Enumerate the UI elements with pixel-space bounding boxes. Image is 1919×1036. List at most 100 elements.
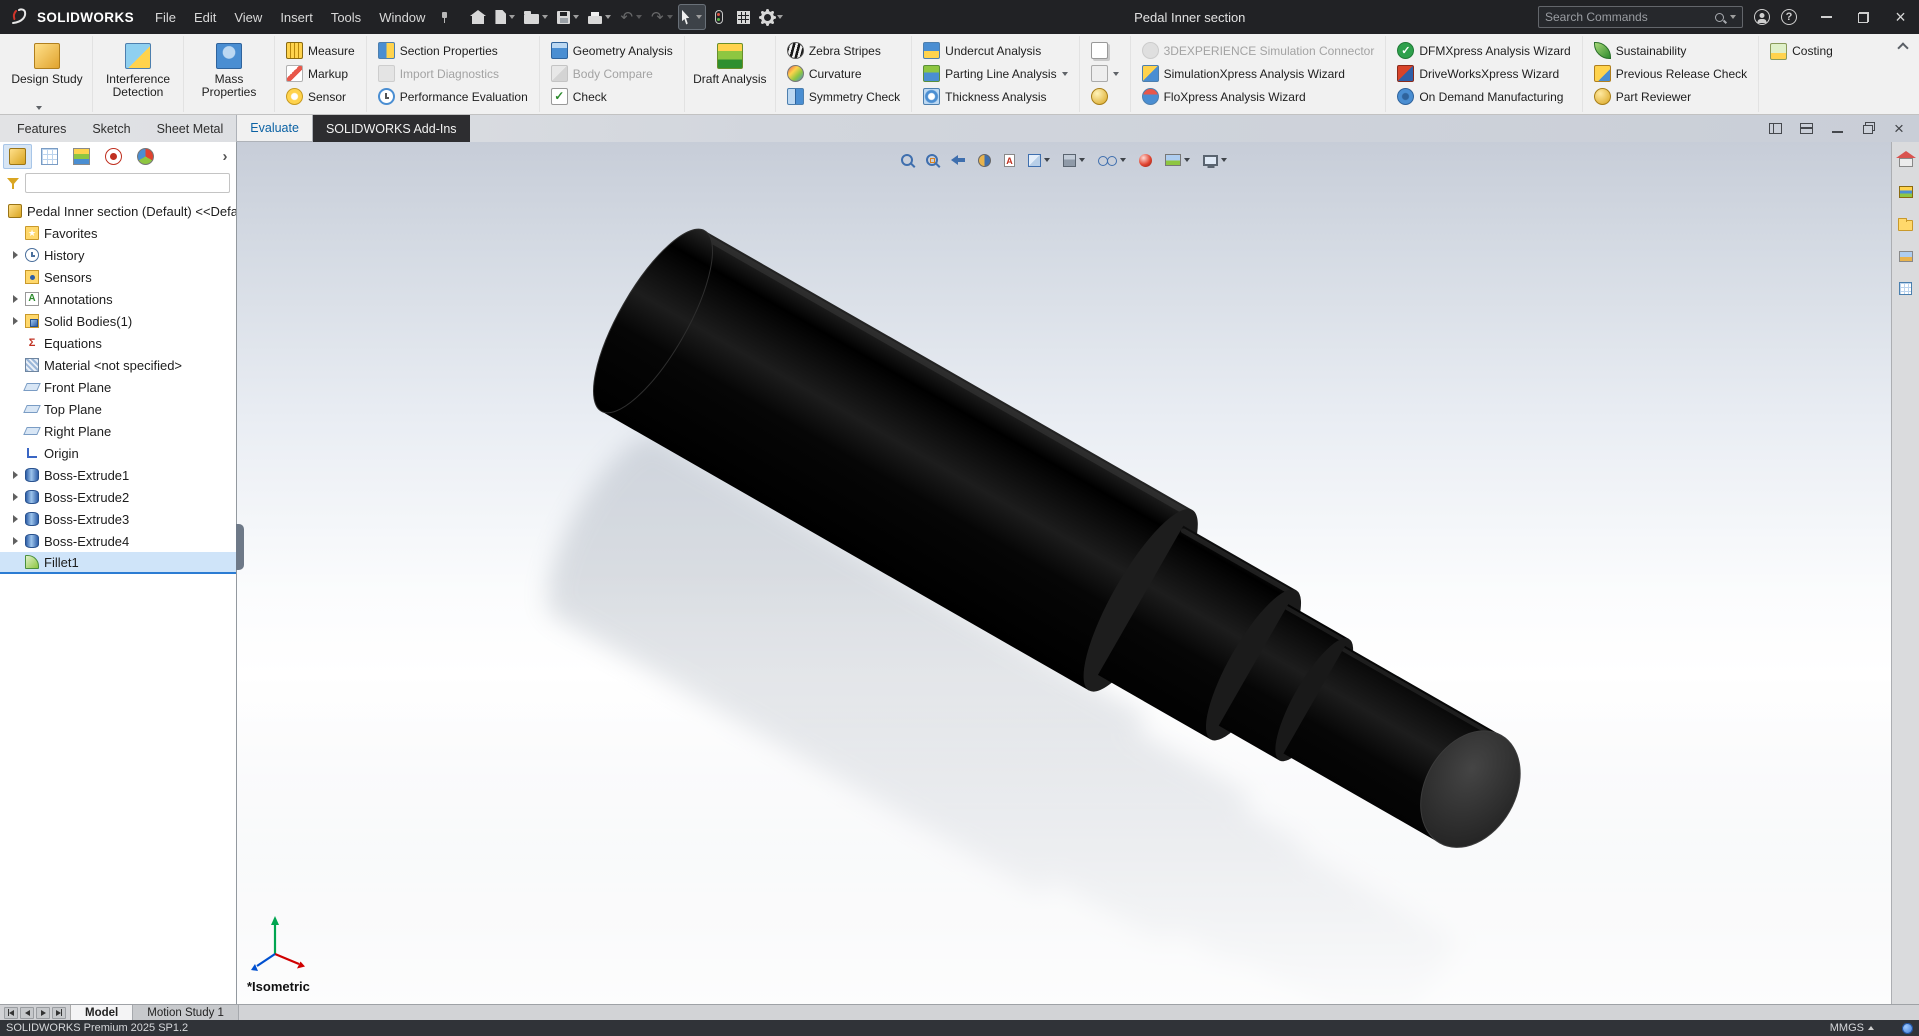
markup-button[interactable]: Markup <box>282 62 359 85</box>
tree-item-pedal-inner-section-default-defau[interactable]: Pedal Inner section (Default) <<Defau <box>0 200 236 222</box>
sustainability-button[interactable]: Sustainability <box>1590 39 1751 62</box>
mass-properties-button[interactable]: Mass Properties <box>191 38 267 110</box>
expand-arrow-icon[interactable] <box>10 493 20 501</box>
group-expander-arrow[interactable] <box>36 106 42 110</box>
parting-line-analysis-button[interactable]: Parting Line Analysis <box>919 62 1071 85</box>
menu-view[interactable]: View <box>225 0 271 34</box>
sensor-button[interactable]: Sensor <box>282 85 359 108</box>
apply-scene-button[interactable] <box>1160 148 1195 172</box>
dropdown-arrow-icon[interactable] <box>509 15 515 19</box>
performance-evaluation-button[interactable]: Performance Evaluation <box>374 85 532 108</box>
tree-item-boss-extrude2[interactable]: Boss-Extrude2 <box>0 486 236 508</box>
selection-filter-button[interactable] <box>707 4 731 30</box>
menu-window[interactable]: Window <box>370 0 434 34</box>
close-button[interactable] <box>1882 0 1919 34</box>
design-library-button[interactable] <box>1894 180 1918 204</box>
help-icon[interactable] <box>1781 9 1797 25</box>
tab-model[interactable]: Model <box>71 1005 133 1020</box>
part-3d-model[interactable] <box>237 142 1891 1004</box>
tool-options-button[interactable] <box>1087 62 1123 85</box>
search-box[interactable] <box>1538 6 1743 28</box>
scroll-tabs-right-button[interactable] <box>36 1007 50 1019</box>
tree-item-annotations[interactable]: Annotations <box>0 288 236 310</box>
part-reviewer-button[interactable]: Part Reviewer <box>1590 85 1751 108</box>
tree-item-boss-extrude3[interactable]: Boss-Extrude3 <box>0 508 236 530</box>
thickness-analysis-button[interactable]: Thickness Analysis <box>919 85 1071 108</box>
restore-document-button[interactable] <box>1860 121 1876 137</box>
expand-arrow-icon[interactable] <box>10 295 20 303</box>
tree-filter-input[interactable] <box>25 173 230 193</box>
simulationxpress-analysis-wizard-button[interactable]: SimulationXpress Analysis Wizard <box>1138 62 1379 85</box>
zebra-stripes-button[interactable]: Zebra Stripes <box>783 39 904 62</box>
tab-sheet-metal[interactable]: Sheet Metal <box>144 116 237 142</box>
view-settings-button[interactable] <box>1198 148 1232 172</box>
configuration-manager-tab[interactable] <box>67 144 96 169</box>
dropdown-arrow-icon[interactable] <box>1113 72 1119 76</box>
tree-item-right-plane[interactable]: Right Plane <box>0 420 236 442</box>
property-manager-tab[interactable] <box>35 144 64 169</box>
close-document-button[interactable] <box>1891 121 1907 137</box>
tab-solidworks-add-ins[interactable]: SOLIDWORKS Add-Ins <box>313 115 470 142</box>
dropdown-arrow-icon[interactable] <box>1120 158 1126 162</box>
dropdown-arrow-icon[interactable] <box>1044 158 1050 162</box>
minimize-button[interactable] <box>1808 0 1845 34</box>
scroll-tabs-left-button[interactable] <box>20 1007 34 1019</box>
tree-item-boss-extrude4[interactable]: Boss-Extrude4 <box>0 530 236 552</box>
pin-icon[interactable] <box>438 11 450 24</box>
menu-file[interactable]: File <box>146 0 185 34</box>
check-button[interactable]: Check <box>547 85 677 108</box>
search-input[interactable] <box>1545 10 1709 24</box>
dropdown-arrow-icon[interactable] <box>696 15 702 19</box>
file-explorer-button[interactable] <box>1894 212 1918 236</box>
driveworksxpress-wizard-button[interactable]: DriveWorksXpress Wizard <box>1393 62 1574 85</box>
custom-properties-button[interactable] <box>1894 276 1918 300</box>
symmetry-check-button[interactable]: Symmetry Check <box>783 85 904 108</box>
units-selector[interactable]: MMGS <box>1830 1022 1874 1034</box>
geometry-analysis-button[interactable]: Geometry Analysis <box>547 39 677 62</box>
tab-features[interactable]: Features <box>4 116 79 142</box>
display-style-button[interactable] <box>1058 148 1090 172</box>
dimxpert-manager-tab[interactable] <box>99 144 128 169</box>
tree-item-boss-extrude1[interactable]: Boss-Extrude1 <box>0 464 236 486</box>
curvature-button[interactable]: Curvature <box>783 62 904 85</box>
menu-insert[interactable]: Insert <box>271 0 322 34</box>
options-button[interactable] <box>757 4 787 30</box>
dropdown-arrow-icon[interactable] <box>636 15 642 19</box>
tree-item-solid-bodies-1[interactable]: Solid Bodies(1) <box>0 310 236 332</box>
display-manager-tab[interactable] <box>131 144 160 169</box>
section-properties-button[interactable]: Section Properties <box>374 39 532 62</box>
open-button[interactable] <box>520 4 552 30</box>
file-properties-button[interactable] <box>732 4 756 30</box>
tree-item-fillet1[interactable]: Fillet1 <box>0 552 236 574</box>
tree-item-sensors[interactable]: Sensors <box>0 266 236 288</box>
save-button[interactable] <box>553 4 583 30</box>
pane-layout-alt-button[interactable] <box>1798 121 1814 137</box>
dropdown-arrow-icon[interactable] <box>1062 72 1068 76</box>
review-tool-button[interactable] <box>1087 85 1123 108</box>
tab-sketch[interactable]: Sketch <box>79 116 143 142</box>
previous-release-check-button[interactable]: Previous Release Check <box>1590 62 1751 85</box>
pane-layout-button[interactable] <box>1767 121 1783 137</box>
search-icon[interactable] <box>1715 13 1724 22</box>
menu-edit[interactable]: Edit <box>185 0 225 34</box>
minimize-document-button[interactable] <box>1829 121 1845 137</box>
home-button[interactable] <box>466 4 490 30</box>
expand-tabs-chevron-icon[interactable] <box>217 148 233 165</box>
dropdown-arrow-icon[interactable] <box>1184 158 1190 162</box>
dropdown-arrow-icon[interactable] <box>542 15 548 19</box>
hide-show-items-button[interactable] <box>1093 148 1131 172</box>
on-demand-manufacturing-button[interactable]: On Demand Manufacturing <box>1393 85 1574 108</box>
dropdown-arrow-icon[interactable] <box>777 15 783 19</box>
dfmxpress-analysis-wizard-button[interactable]: DFMXpress Analysis Wizard <box>1393 39 1574 62</box>
expand-arrow-icon[interactable] <box>10 515 20 523</box>
tree-item-material-not-specified[interactable]: Material <not specified> <box>0 354 236 376</box>
dropdown-arrow-icon[interactable] <box>1079 158 1085 162</box>
design-study-button[interactable]: Design Study <box>9 38 85 110</box>
print-button[interactable] <box>584 4 615 30</box>
menu-tools[interactable]: Tools <box>322 0 370 34</box>
zoom-to-fit-button[interactable] <box>896 148 918 172</box>
new-document-button[interactable] <box>491 4 519 30</box>
panel-splitter-handle[interactable] <box>236 524 244 570</box>
home-button[interactable] <box>1894 148 1918 172</box>
view-palette-button[interactable] <box>1894 244 1918 268</box>
